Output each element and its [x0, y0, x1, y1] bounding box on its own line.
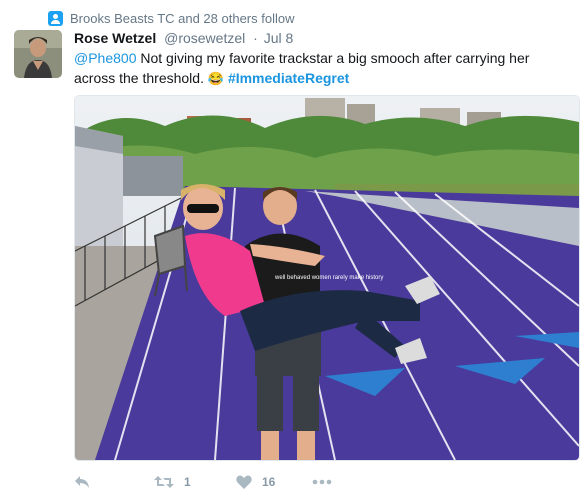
tweet-date[interactable]: Jul 8	[264, 30, 294, 46]
social-context[interactable]: Brooks Beasts TC and 28 others follow	[48, 10, 295, 26]
reply-button[interactable]	[74, 475, 154, 489]
hashtag-link[interactable]: #ImmediateRegret	[228, 70, 349, 86]
retweet-button[interactable]: 1	[154, 475, 236, 489]
separator: ·	[253, 30, 258, 46]
avatar[interactable]	[14, 30, 62, 78]
more-dots-icon	[312, 479, 332, 485]
like-button[interactable]: 16	[236, 475, 312, 489]
reply-icon	[75, 476, 89, 488]
follow-context-icon	[48, 10, 63, 26]
track-photo: well behaved women rarely make history	[75, 96, 579, 460]
heart-icon	[236, 475, 252, 489]
tweet-actions: 1 16	[74, 472, 332, 492]
tweet-text: @Phe800 Not giving my favorite trackstar…	[74, 48, 574, 89]
display-name[interactable]: Rose Wetzel	[74, 30, 156, 46]
tears-of-joy-emoji: 😂	[207, 71, 225, 86]
handle[interactable]: @rosewetzel	[164, 30, 245, 46]
more-button[interactable]	[312, 479, 332, 485]
retweet-count: 1	[184, 475, 191, 489]
shirt-text: well behaved women rarely make history	[274, 275, 383, 281]
tweet-header: Rose Wetzel @rosewetzel · Jul 8	[74, 30, 293, 46]
social-context-text: Brooks Beasts TC and 28 others follow	[70, 10, 295, 26]
mention-link[interactable]: @Phe800	[74, 50, 136, 66]
tweet-photo[interactable]: well behaved women rarely make history	[74, 95, 580, 461]
like-count: 16	[262, 475, 276, 489]
avatar-image	[14, 30, 62, 78]
retweet-icon	[154, 476, 174, 488]
